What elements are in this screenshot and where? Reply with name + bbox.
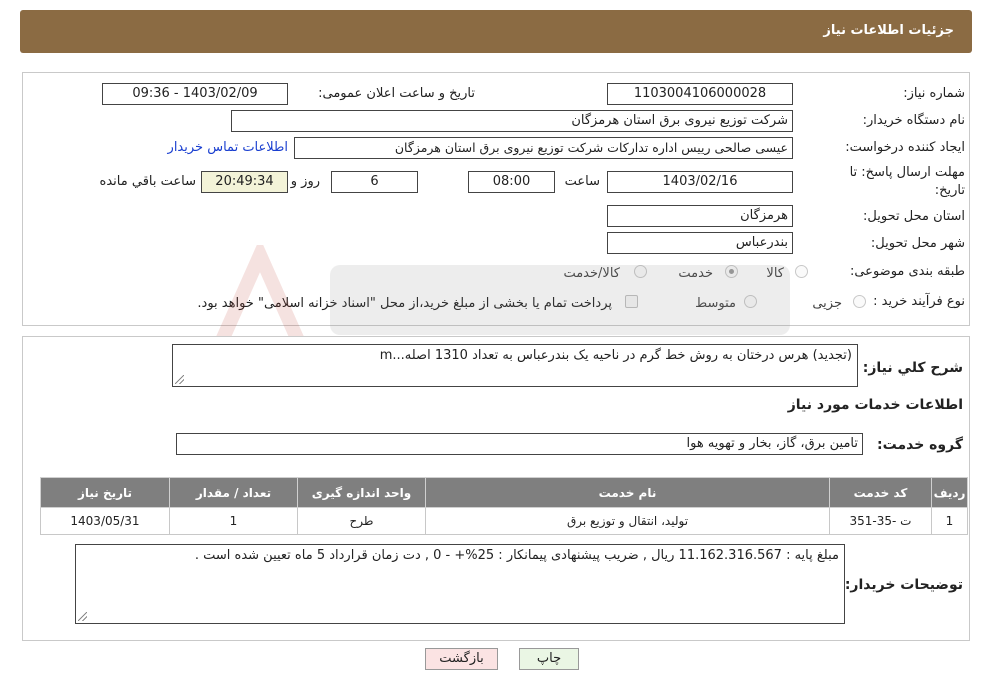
resize-grip-icon[interactable] bbox=[78, 612, 87, 621]
process-option-minor: جزیی bbox=[812, 296, 842, 311]
page-title: جزئیات اطلاعات نیاز bbox=[823, 23, 954, 38]
city-label: شهر محل تحویل: bbox=[870, 236, 965, 251]
cell-service-code: ت -35-351 bbox=[829, 507, 932, 535]
cell-quantity: 1 bbox=[169, 507, 298, 535]
province-label: استان محل تحویل: bbox=[863, 209, 965, 224]
announce-datetime-field: 1403/02/09 - 09:36 bbox=[102, 83, 288, 105]
deadline-date-field: 1403/02/16 bbox=[607, 171, 793, 193]
process-radio-minor[interactable] bbox=[853, 295, 866, 308]
cell-service-name: تولید، انتقال و توزیع برق bbox=[425, 507, 830, 535]
process-radio-medium[interactable] bbox=[744, 295, 757, 308]
summary-textarea[interactable]: (تجدید) هرس درختان به روش خط گرم در ناحی… bbox=[172, 344, 858, 387]
cell-unit: طرح bbox=[297, 507, 426, 535]
col-header-unit: واحد اندازه گیری bbox=[297, 477, 426, 508]
days-field: 6 bbox=[331, 171, 418, 193]
col-header-need-date: تاریخ نیاز bbox=[40, 477, 170, 508]
buyer-contact-link[interactable]: اطلاعات تماس خریدار bbox=[168, 140, 288, 155]
page-header: جزئیات اطلاعات نیاز bbox=[20, 10, 972, 53]
services-table: رديف کد خدمت نام خدمت واحد اندازه گیری ت… bbox=[40, 477, 968, 535]
treasury-payment-note: پرداخت تمام یا بخشی از مبلغ خرید،از محل … bbox=[197, 296, 612, 311]
service-group-field: تامین برق، گاز، بخار و تهویه هوا bbox=[176, 433, 863, 455]
buyer-org-label: نام دستگاه خریدار: bbox=[862, 113, 965, 128]
table-header-row: رديف کد خدمت نام خدمت واحد اندازه گیری ت… bbox=[40, 477, 968, 508]
cell-need-date: 1403/05/31 bbox=[40, 507, 170, 535]
city-field: بندرعباس bbox=[607, 232, 793, 254]
requester-field: عیسی صالحی رییس اداره تدارکات شرکت توزیع… bbox=[294, 137, 793, 159]
category-option-service: خدمت bbox=[678, 266, 713, 281]
col-header-row-number: رديف bbox=[931, 477, 968, 508]
need-number-label: شماره نیاز: bbox=[903, 86, 965, 101]
summary-label: شرح کلي نياز: bbox=[862, 360, 963, 376]
cell-row-number: 1 bbox=[931, 507, 968, 535]
buyer-org-field: شرکت توزیع نیروی برق استان هرمزگان bbox=[231, 110, 793, 132]
province-field: هرمزگان bbox=[607, 205, 793, 227]
treasury-payment-checkbox[interactable] bbox=[625, 295, 638, 308]
col-header-service-code: کد خدمت bbox=[829, 477, 932, 508]
category-radio-goods-service[interactable] bbox=[634, 265, 647, 278]
process-type-label: نوع فرآیند خرید : bbox=[873, 294, 965, 309]
remaining-time-label: ساعت باقي مانده bbox=[99, 174, 196, 189]
remaining-time-field: 20:49:34 bbox=[201, 171, 288, 193]
need-number-field: 1103004106000028 bbox=[607, 83, 793, 105]
summary-text: (تجدید) هرس درختان به روش خط گرم در ناحی… bbox=[379, 348, 852, 363]
process-option-medium: متوسط bbox=[695, 296, 736, 311]
service-group-label: گروه خدمت: bbox=[877, 437, 963, 453]
col-header-service-name: نام خدمت bbox=[425, 477, 830, 508]
requester-label: ایجاد کننده درخواست: bbox=[845, 140, 965, 155]
buyer-notes-label: توضیحات خریدار: bbox=[844, 577, 963, 593]
deadline-time-label: ساعت bbox=[564, 174, 600, 189]
category-option-goods: کالا bbox=[766, 266, 784, 281]
category-radio-goods[interactable] bbox=[795, 265, 808, 278]
category-radio-service[interactable] bbox=[725, 265, 738, 278]
announce-label: تاریخ و ساعت اعلان عمومی: bbox=[318, 86, 475, 101]
resize-grip-icon[interactable] bbox=[175, 375, 184, 384]
table-row: 1 ت -35-351 تولید، انتقال و توزیع برق طر… bbox=[40, 507, 968, 535]
deadline-time-field: 08:00 bbox=[468, 171, 555, 193]
days-label: روز و bbox=[290, 174, 320, 189]
services-heading: اطلاعات خدمات مورد نياز bbox=[787, 397, 963, 413]
print-button[interactable]: چاپ bbox=[519, 648, 579, 670]
category-option-goods-service: کالا/خدمت bbox=[563, 266, 620, 281]
deadline-label-date: تاریخ: bbox=[934, 183, 965, 198]
deadline-label: مهلت ارسال پاسخ: تا bbox=[849, 165, 965, 180]
buyer-notes-text: مبلغ پایه : 11.162.316.567 ریال , ضریب پ… bbox=[194, 548, 839, 563]
col-header-quantity: تعداد / مقدار bbox=[169, 477, 298, 508]
back-button[interactable]: بازگشت bbox=[425, 648, 498, 670]
category-label: طبقه بندی موضوعی: bbox=[849, 264, 965, 279]
buyer-notes-textarea[interactable]: مبلغ پایه : 11.162.316.567 ریال , ضریب پ… bbox=[75, 544, 845, 624]
